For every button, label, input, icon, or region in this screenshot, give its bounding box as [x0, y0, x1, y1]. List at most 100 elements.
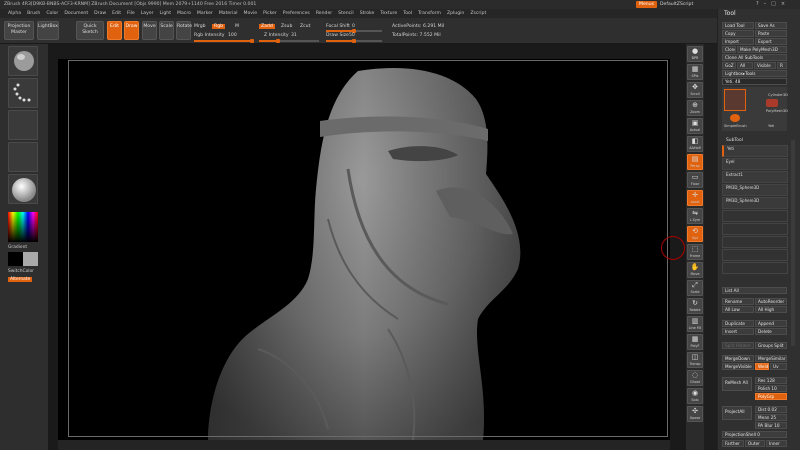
zcut-toggle[interactable]: Zcut: [300, 24, 310, 29]
menus-button[interactable]: Menus: [636, 1, 658, 8]
bpr-button[interactable]: ● BPR: [687, 46, 703, 62]
save-as-button[interactable]: Save As: [755, 22, 787, 29]
insert-button[interactable]: Insert: [722, 328, 754, 335]
inner-button[interactable]: Inner: [766, 440, 787, 447]
draw-button[interactable]: Draw: [124, 21, 139, 40]
groups-split-button[interactable]: Groups Split: [755, 342, 787, 349]
yeti-thumb-label[interactable]: Yeti: [768, 124, 774, 128]
menu-item[interactable]: Preferences: [283, 9, 310, 18]
rotate-button[interactable]: Rotate: [176, 21, 192, 40]
visible-button[interactable]: Visible: [754, 62, 776, 69]
menu-item[interactable]: Picker: [263, 9, 277, 18]
bottom-scrollbar[interactable]: [58, 440, 670, 450]
cylinder-thumb-label[interactable]: Cylinder3D: [768, 93, 788, 97]
outer-button[interactable]: Outer: [745, 440, 765, 447]
frame-button[interactable]: ⬚ Frame: [687, 244, 703, 260]
subtool-scrollbar[interactable]: [791, 140, 795, 346]
lsym-button[interactable]: ⇋ L.Sym: [687, 208, 703, 224]
menu-item[interactable]: Light: [160, 9, 171, 18]
subtool-item[interactable]: PM3D_Sphere3D: [722, 197, 788, 209]
menu-item[interactable]: Brush: [27, 9, 40, 18]
menu-item[interactable]: Draw: [94, 9, 106, 18]
close-icon[interactable]: ×: [781, 0, 785, 9]
brush-tile[interactable]: [8, 46, 38, 76]
maximize-icon[interactable]: □: [771, 0, 776, 9]
make-polymesh-button[interactable]: Make PolyMesh3D: [737, 46, 787, 53]
menu-item[interactable]: Render: [316, 9, 332, 18]
menu-item[interactable]: Color: [46, 9, 58, 18]
edit-button[interactable]: Edit: [107, 21, 122, 40]
local-button[interactable]: ✛ Local: [687, 190, 703, 206]
polish-slider[interactable]: Polish 10: [755, 385, 787, 392]
draw-size-slider[interactable]: [326, 39, 382, 43]
lightbox-tools-button[interactable]: Lightbox▸Tools: [722, 70, 787, 77]
menu-item[interactable]: Texture: [380, 9, 397, 18]
scale-button[interactable]: Scale: [159, 21, 174, 40]
duplicate-button[interactable]: Duplicate: [722, 320, 754, 327]
all-button[interactable]: All: [737, 62, 753, 69]
project-all-button[interactable]: ProjectAll: [722, 406, 752, 420]
move-view-button[interactable]: ✋ Move: [687, 262, 703, 278]
persp-button[interactable]: ▤ Persp: [687, 154, 703, 170]
lightbox-button[interactable]: LightBox: [37, 21, 59, 40]
gradient-label[interactable]: Gradient: [8, 245, 27, 250]
append-button[interactable]: Append: [755, 320, 787, 327]
all-high-button[interactable]: All High: [755, 306, 787, 313]
rgb-toggle[interactable]: Rgb: [212, 24, 226, 29]
pa-blur-slider[interactable]: PA Blur 10: [755, 422, 787, 429]
alternate-button[interactable]: Alternate: [8, 277, 33, 282]
copy-button[interactable]: Copy: [722, 30, 754, 37]
import-button[interactable]: Import: [722, 38, 754, 45]
subtool-item[interactable]: Extract1: [722, 171, 788, 183]
scroll-button[interactable]: ✥ Scroll: [687, 82, 703, 98]
spix-button[interactable]: ▦ SPix: [687, 64, 703, 80]
menu-item[interactable]: Marker: [197, 9, 213, 18]
clone-button[interactable]: Clone: [722, 46, 736, 53]
rgb-intensity-slider[interactable]: [194, 39, 254, 43]
focal-shift-slider[interactable]: [326, 29, 382, 33]
subtool-item[interactable]: PM3D_Sphere3D: [722, 184, 788, 196]
secondary-color-swatch[interactable]: [23, 252, 38, 266]
yeti-thumb[interactable]: [724, 89, 746, 111]
transp-button[interactable]: ◫ Transp: [687, 352, 703, 368]
subtool-item[interactable]: Eyel: [722, 158, 788, 170]
floor-button[interactable]: ▭ Floor: [687, 172, 703, 188]
delete-button[interactable]: Delete: [755, 328, 787, 335]
subtool-header[interactable]: SubTool: [726, 138, 743, 143]
help-icon[interactable]: ?: [756, 0, 759, 9]
stroke-tile[interactable]: [8, 78, 38, 108]
split-hidden-button[interactable]: Split Hidden: [722, 342, 754, 349]
z-intensity-slider[interactable]: [259, 39, 319, 43]
menu-item[interactable]: Document: [64, 9, 88, 18]
res-slider[interactable]: Res 128: [755, 377, 787, 384]
merge-visible-button[interactable]: MergeVisible: [722, 363, 754, 370]
projection-shell-slider[interactable]: ProjectionShell 0: [722, 431, 787, 438]
solo-button[interactable]: ◉ Solo: [687, 388, 703, 404]
menu-item[interactable]: Zscript: [470, 9, 486, 18]
material-tile[interactable]: [8, 174, 38, 204]
mrgb-toggle[interactable]: Mrgb: [194, 24, 206, 29]
menu-item[interactable]: Macro: [177, 9, 191, 18]
aahalf-button[interactable]: ◧ AAHalf: [687, 136, 703, 152]
menu-item[interactable]: Edit: [112, 9, 121, 18]
alpha-tile[interactable]: [8, 110, 38, 140]
polyf-button[interactable]: ▦ PolyF: [687, 334, 703, 350]
xpose-button[interactable]: ✣ Xpose: [687, 406, 703, 422]
load-tool-button[interactable]: Load Tool: [722, 22, 754, 29]
menu-item[interactable]: Zplugin: [447, 9, 464, 18]
projection-master-button[interactable]: Projection Master: [4, 21, 34, 40]
export-button[interactable]: Export: [755, 38, 787, 45]
minimize-icon[interactable]: –: [764, 0, 767, 9]
menu-item[interactable]: File: [127, 9, 135, 18]
line-fill-button[interactable]: ▥ Line Fill: [687, 316, 703, 332]
menu-item[interactable]: Material: [219, 9, 238, 18]
current-tool-slider[interactable]: Yeti. 48: [722, 78, 787, 85]
menu-item[interactable]: Movie: [243, 9, 257, 18]
menu-item[interactable]: Tool: [403, 9, 412, 18]
dist-slider[interactable]: Dist 0.02: [755, 406, 787, 413]
zadd-toggle[interactable]: Zadd: [259, 24, 275, 29]
m-toggle[interactable]: M: [235, 24, 239, 29]
merge-down-button[interactable]: MergeDown: [722, 355, 754, 362]
move-button[interactable]: Move: [142, 21, 157, 40]
texture-tile[interactable]: [8, 142, 38, 172]
